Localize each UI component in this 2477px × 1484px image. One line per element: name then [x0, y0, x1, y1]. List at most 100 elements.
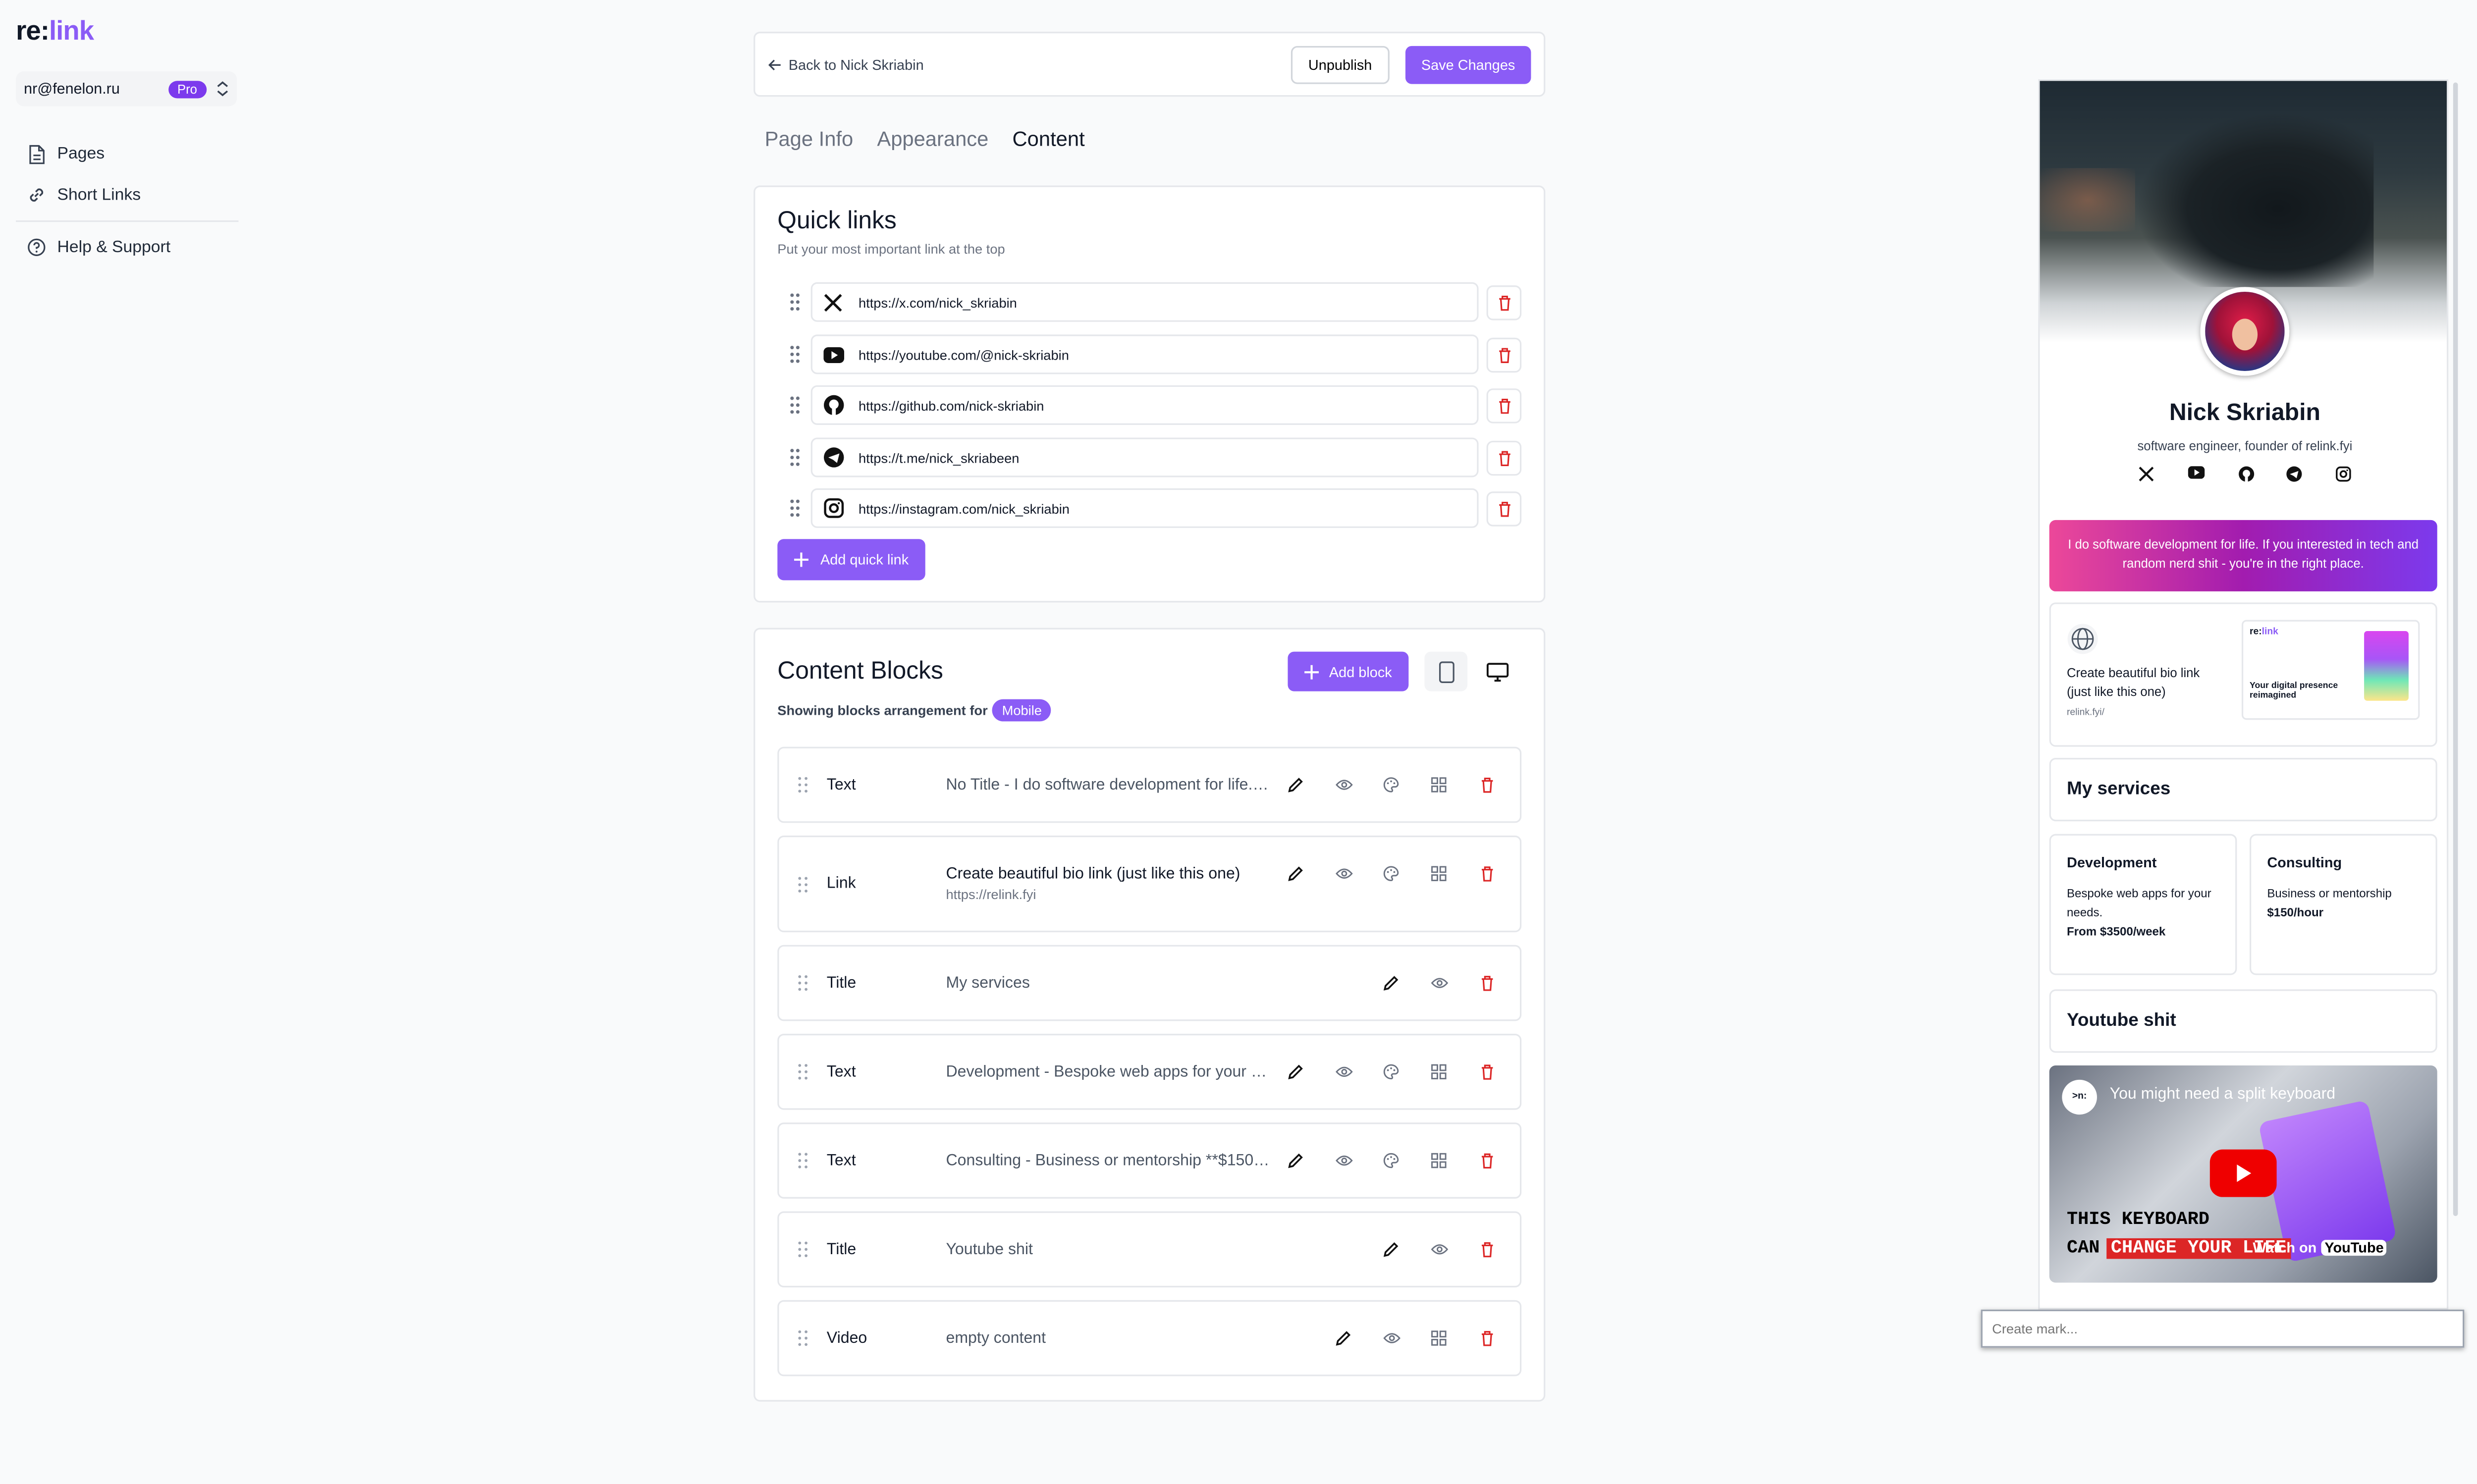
create-mark-input[interactable]: [1981, 1309, 2465, 1348]
quick-link-row: https://github.com/nick-skriabin: [777, 385, 1524, 425]
layout-grid-icon[interactable]: [1428, 862, 1450, 885]
x-icon: [820, 293, 846, 312]
save-changes-button[interactable]: Save Changes: [1405, 45, 1531, 84]
trash-icon[interactable]: [1475, 1327, 1498, 1349]
delete-quick-link-button[interactable]: [1486, 490, 1522, 526]
quick-link-input[interactable]: https://x.com/nick_skriabin: [810, 282, 1479, 322]
telegram-icon[interactable]: [2287, 466, 2303, 482]
trash-icon[interactable]: [1475, 1150, 1498, 1172]
eye-icon[interactable]: [1332, 1060, 1354, 1083]
content-block-row[interactable]: Text No Title - I do software developmen…: [777, 746, 1522, 823]
tab-page-info[interactable]: Page Info: [765, 127, 854, 151]
service-card-consulting: Consulting Business or mentorship $150/ho…: [2250, 834, 2437, 975]
content-block-row[interactable]: Text Development - Bespoke web apps for …: [777, 1033, 1522, 1110]
block-type: Title: [826, 974, 857, 992]
trash-icon[interactable]: [1475, 1060, 1498, 1083]
github-icon[interactable]: [2238, 466, 2254, 482]
add-quick-link-button[interactable]: Add quick link: [777, 539, 925, 581]
quick-link-input[interactable]: https://t.me/nick_skriabeen: [810, 437, 1479, 477]
trash-icon[interactable]: [1475, 774, 1498, 796]
layout-grid-icon[interactable]: [1428, 1327, 1450, 1349]
palette-icon[interactable]: [1380, 1150, 1402, 1172]
play-icon[interactable]: [2209, 1149, 2277, 1197]
edit-icon[interactable]: [1380, 1238, 1402, 1261]
edit-icon[interactable]: [1285, 774, 1307, 796]
eye-icon[interactable]: [1428, 1238, 1450, 1261]
edit-icon[interactable]: [1380, 972, 1402, 994]
eye-icon[interactable]: [1428, 972, 1450, 994]
palette-icon[interactable]: [1380, 862, 1402, 885]
logo[interactable]: re:link: [16, 16, 94, 48]
palette-icon[interactable]: [1380, 774, 1402, 796]
sidebar-item-short-links[interactable]: Short Links: [16, 174, 238, 215]
thumbnail-logo: re:link: [2250, 628, 2278, 637]
youtube-embed[interactable]: >n: You might need a split keyboard THIS…: [2049, 1065, 2437, 1283]
link-card[interactable]: Create beautiful bio link (just like thi…: [2049, 602, 2437, 747]
layout-grid-icon[interactable]: [1428, 1150, 1450, 1172]
drag-handle-icon[interactable]: [777, 449, 810, 466]
content-block-row[interactable]: Link Create beautiful bio link (just lik…: [777, 835, 1522, 933]
quick-link-input[interactable]: https://instagram.com/nick_skriabin: [810, 488, 1479, 528]
grip-icon[interactable]: [779, 1330, 827, 1346]
back-link[interactable]: Back to Nick Skriabin: [768, 56, 1291, 72]
plan-badge: Pro: [167, 80, 207, 98]
account-switcher[interactable]: nr@fenelon.ru Pro: [16, 71, 237, 106]
x-icon[interactable]: [2138, 466, 2154, 482]
edit-icon[interactable]: [1285, 1150, 1307, 1172]
eye-icon[interactable]: [1332, 1150, 1354, 1172]
link-block-title: Create beautiful bio link (just like thi…: [946, 865, 1240, 883]
drag-handle-icon[interactable]: [777, 396, 810, 414]
quick-link-input[interactable]: https://youtube.com/@nick-skriabin: [810, 334, 1479, 374]
avatar-face: [2232, 318, 2258, 351]
drag-handle-icon[interactable]: [777, 346, 810, 363]
content-block-row[interactable]: Video empty content: [777, 1300, 1522, 1377]
youtube-icon[interactable]: [2187, 466, 2205, 482]
trash-icon[interactable]: [1475, 1238, 1498, 1261]
service-title: Development: [2066, 854, 2157, 871]
grip-icon[interactable]: [779, 1153, 827, 1168]
delete-quick-link-button[interactable]: [1486, 440, 1522, 475]
preview-scrollbar[interactable]: [2453, 82, 2458, 1217]
app-root: re:link nr@fenelon.ru Pro Pages Short Li…: [0, 0, 2477, 1484]
watch-on-youtube[interactable]: Watch on YouTube: [2253, 1240, 2387, 1256]
trash-icon[interactable]: [1475, 972, 1498, 994]
grip-icon[interactable]: [779, 876, 827, 892]
drag-handle-icon[interactable]: [777, 293, 810, 311]
link-card-thumbnail: re:link Your digital presence reimagined: [2241, 620, 2420, 720]
layout-grid-icon[interactable]: [1428, 774, 1450, 796]
unpublish-button[interactable]: Unpublish: [1291, 45, 1390, 84]
tab-appearance[interactable]: Appearance: [877, 127, 988, 151]
trash-icon[interactable]: [1475, 862, 1498, 885]
eye-icon[interactable]: [1332, 862, 1354, 885]
instagram-icon[interactable]: [2335, 466, 2351, 482]
edit-icon[interactable]: [1285, 1060, 1307, 1083]
drag-handle-icon[interactable]: [777, 499, 810, 517]
content-block-row[interactable]: Title My services: [777, 945, 1522, 1021]
layout-grid-icon[interactable]: [1428, 1060, 1450, 1083]
services-title-card: My services: [2049, 758, 2437, 822]
tab-content[interactable]: Content: [1013, 127, 1085, 151]
add-block-button[interactable]: Add block: [1288, 651, 1408, 691]
sidebar-item-pages[interactable]: Pages: [16, 133, 238, 174]
delete-quick-link-button[interactable]: [1486, 284, 1522, 319]
mobile-view-toggle[interactable]: [1424, 651, 1468, 691]
grip-icon[interactable]: [779, 1064, 827, 1080]
grip-icon[interactable]: [779, 1241, 827, 1257]
edit-icon[interactable]: [1285, 862, 1307, 885]
block-description: empty content: [946, 1329, 1046, 1347]
youtube-logo: YouTube: [2321, 1240, 2387, 1256]
quick-link-input[interactable]: https://github.com/nick-skriabin: [810, 385, 1479, 425]
delete-quick-link-button[interactable]: [1486, 387, 1522, 423]
palette-icon[interactable]: [1380, 1060, 1402, 1083]
grip-icon[interactable]: [779, 975, 827, 991]
eye-icon[interactable]: [1380, 1327, 1402, 1349]
delete-quick-link-button[interactable]: [1486, 337, 1522, 372]
grip-icon[interactable]: [779, 777, 827, 793]
eye-icon[interactable]: [1332, 774, 1354, 796]
content-block-row[interactable]: Title Youtube shit: [777, 1211, 1522, 1288]
service-price: From $3500/week: [2066, 924, 2166, 939]
desktop-view-toggle[interactable]: [1475, 652, 1518, 691]
edit-icon[interactable]: [1332, 1327, 1354, 1349]
sidebar-item-help[interactable]: Help & Support: [16, 227, 238, 268]
content-block-row[interactable]: Text Consulting - Business or mentorship…: [777, 1122, 1522, 1199]
